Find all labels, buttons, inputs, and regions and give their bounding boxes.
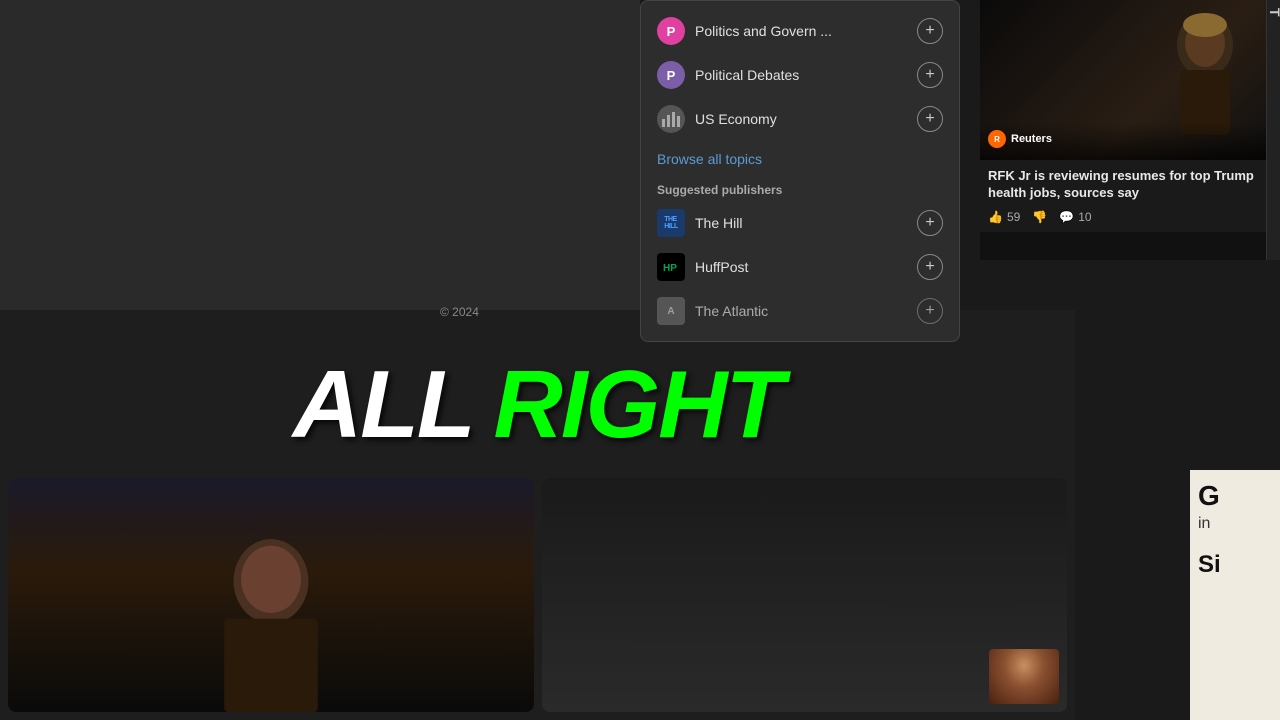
topic-item-politics[interactable]: P Politics and Govern ... +: [641, 9, 959, 53]
publisher-item-huffpost[interactable]: HP HuffPost +: [641, 245, 959, 289]
dislike-button[interactable]: 👎: [1032, 210, 1047, 224]
huffpost-label: HuffPost: [695, 259, 907, 275]
svg-text:HP: HP: [663, 263, 677, 274]
comment-count: 10: [1078, 210, 1091, 224]
news-title: RFK Jr is reviewing resumes for top Trum…: [988, 168, 1272, 202]
dislike-icon: 👎: [1032, 210, 1047, 224]
comment-button[interactable]: 💬 10: [1059, 210, 1091, 224]
politics-label: Politics and Govern ...: [695, 23, 907, 39]
add-economy-button[interactable]: +: [917, 106, 943, 132]
partial-right-text: T: [1267, 0, 1280, 25]
news-card-content: RFK Jr is reviewing resumes for top Trum…: [980, 160, 1280, 232]
bottom-card-left-bg: [8, 478, 534, 712]
browse-all-topics-link[interactable]: Browse all topics: [641, 141, 959, 177]
like-count: 59: [1007, 210, 1020, 224]
bottom-right-partial-card: G in Si: [1190, 470, 1280, 720]
overlay-text-container: ALL RIGHT: [0, 310, 1075, 500]
economy-icon: [657, 105, 685, 133]
huffpost-icon: HP: [657, 253, 685, 281]
thumbnail-image: [989, 649, 1059, 704]
reuters-news-card[interactable]: R Reuters RFK Jr is reviewing resumes fo…: [980, 0, 1280, 260]
the-hill-label: The Hill: [695, 215, 907, 231]
add-huffpost-button[interactable]: +: [917, 254, 943, 280]
comment-icon: 💬: [1059, 210, 1074, 224]
debates-icon: P: [657, 61, 685, 89]
bottom-section: [0, 470, 1075, 720]
news-card-overlay: R Reuters: [980, 122, 1280, 160]
partial-right-card: T: [1266, 0, 1280, 260]
topic-item-economy[interactable]: US Economy +: [641, 97, 959, 141]
like-icon: 👍: [988, 210, 1003, 224]
person-silhouette: [8, 525, 534, 712]
partial-card-letter-g: G: [1198, 482, 1272, 510]
add-the-hill-button[interactable]: +: [917, 210, 943, 236]
bottom-card-middle[interactable]: [542, 478, 1068, 712]
the-hill-icon: THEHILL: [657, 209, 685, 237]
partial-card-text-in: in: [1198, 514, 1272, 533]
politics-icon: P: [657, 17, 685, 45]
add-politics-button[interactable]: +: [917, 18, 943, 44]
reuters-badge: R Reuters: [988, 130, 1272, 148]
topic-item-debates[interactable]: P Political Debates +: [641, 53, 959, 97]
reuters-icon: R: [988, 130, 1006, 148]
overlay-word-right: RIGHT: [493, 350, 782, 460]
dropdown-panel: P Politics and Govern ... + P Political …: [640, 0, 960, 342]
debates-label: Political Debates: [695, 67, 907, 83]
partial-card-letter-si: Si: [1198, 551, 1221, 578]
news-card-image: R Reuters: [980, 0, 1280, 160]
add-debates-button[interactable]: +: [917, 62, 943, 88]
suggested-publishers-label: Suggested publishers: [641, 177, 959, 201]
overlay-word-all: ALL: [293, 350, 474, 460]
like-button[interactable]: 👍 59: [988, 210, 1020, 224]
reuters-name: Reuters: [1011, 133, 1052, 145]
bottom-card-left[interactable]: [8, 478, 534, 712]
bottom-card-middle-bg: [542, 478, 1068, 712]
bg-left: [0, 0, 640, 310]
news-actions: 👍 59 👎 💬 10: [988, 210, 1272, 224]
publisher-item-the-hill[interactable]: THEHILL The Hill +: [641, 201, 959, 245]
economy-label: US Economy: [695, 111, 907, 127]
